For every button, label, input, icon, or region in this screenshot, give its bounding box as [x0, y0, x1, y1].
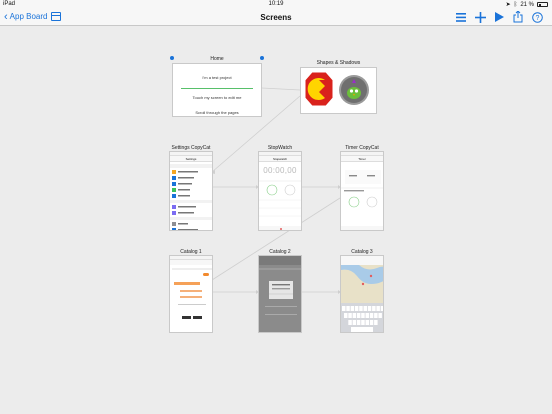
home-screen[interactable]: I'm a test project Touch my screen to ed… — [172, 63, 262, 117]
add-icon[interactable] — [474, 11, 486, 23]
status-bar: iPad 10:19 ➤ ᛒ 21 % — [0, 0, 552, 9]
home-screen-label: Home — [210, 56, 224, 62]
bluetooth-icon: ᛒ — [513, 1, 518, 8]
play-icon[interactable] — [493, 11, 505, 23]
connector-home-shapes — [261, 87, 301, 91]
toolbar-actions: ? — [455, 11, 543, 23]
shapes-artwork — [304, 71, 369, 107]
catalog2-screen[interactable] — [258, 255, 302, 333]
home-progress-bar — [181, 88, 253, 90]
shapes-screen[interactable] — [300, 67, 377, 114]
svg-text:?: ? — [535, 15, 539, 22]
catalog3-screen[interactable] — [340, 255, 384, 333]
status-right: ➤ ᛒ 21 % — [506, 1, 548, 8]
settings-screen[interactable]: Settings — [169, 151, 213, 231]
home-line-3: Scroll through the pages — [195, 110, 239, 115]
stopwatch-screen[interactable]: Stopwatch 00:00,00 — [258, 151, 302, 231]
stopwatch-controls — [259, 180, 301, 230]
battery-percent: 21 % — [520, 1, 534, 8]
selection-handle-left[interactable] — [170, 56, 174, 60]
catalog1-content — [170, 260, 212, 319]
selection-handle-right[interactable] — [260, 56, 264, 60]
home-line-2: Touch my screen to edit me — [192, 95, 242, 100]
shapes-screen-label: Shapes & Shadows — [316, 60, 361, 66]
catalog1-screen[interactable] — [169, 255, 213, 333]
navigation-bar: ‹ App Board Screens ? — [0, 9, 552, 26]
settings-list — [170, 164, 212, 230]
help-icon[interactable]: ? — [531, 11, 543, 23]
timer-controls — [341, 170, 383, 230]
bird-icon — [347, 87, 361, 99]
share-icon[interactable] — [512, 11, 524, 23]
catalog2-content — [259, 256, 301, 315]
status-time: 10:19 — [268, 1, 284, 7]
list-icon[interactable] — [455, 11, 467, 23]
timer-screen[interactable]: Timer — [340, 151, 384, 231]
battery-icon — [537, 2, 548, 7]
location-icon: ➤ — [505, 2, 511, 8]
catalog3-content — [341, 256, 383, 332]
home-line-1: I'm a test project — [202, 75, 232, 80]
